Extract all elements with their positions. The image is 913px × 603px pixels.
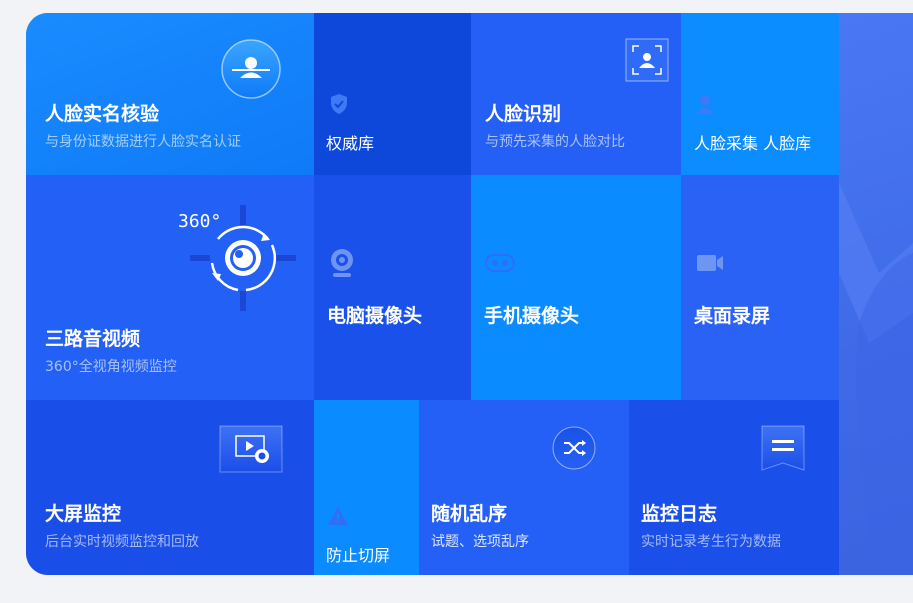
tile-anti-switch[interactable]: 防止切屏 <box>314 400 419 575</box>
tile-title: 监控日志 <box>641 503 718 525</box>
tile-subtitle: 后台实时视频监控和回放 <box>45 534 199 550</box>
face-scan-icon <box>625 38 669 82</box>
tile-subtitle: 与预先采集的人脸对比 <box>485 134 625 150</box>
tile-subtitle: 试题、选项乱序 <box>431 534 529 550</box>
tile-screen-record[interactable]: 桌面录屏 <box>681 175 839 400</box>
video-camera-icon <box>697 255 723 271</box>
camera-360-icon <box>190 205 296 311</box>
shield-check-icon <box>331 94 347 114</box>
tile-title: 手机摄像头 <box>484 305 580 327</box>
tile-title: 权威库 <box>326 134 375 153</box>
face-verify-icon <box>221 39 281 99</box>
tile-big-screen[interactable]: 大屏监控 后台实时视频监控和回放 <box>26 400 314 575</box>
tile-title: 防止切屏 <box>326 546 391 565</box>
tile-title: 桌面录屏 <box>694 305 771 327</box>
webcam-icon <box>331 249 353 277</box>
tile-random-order[interactable]: 随机乱序 试题、选项乱序 <box>419 400 629 575</box>
tile-title: 三路音视频 <box>45 328 141 350</box>
tile-face-realname[interactable]: 人脸实名核验 与身份证数据进行人脸实名认证 <box>26 13 314 175</box>
log-document-icon <box>761 425 805 471</box>
hand-phone-illustration <box>839 183 913 573</box>
tile-pc-camera[interactable]: 电脑摄像头 <box>314 175 471 400</box>
warning-icon <box>328 507 348 525</box>
tile-subtitle: 实时记录考生行为数据 <box>641 534 781 550</box>
tile-title: 随机乱序 <box>431 503 508 525</box>
person-icon <box>696 95 714 114</box>
shuffle-icon <box>552 426 596 470</box>
tile-title: 电脑摄像头 <box>327 305 423 327</box>
monitor-play-icon <box>219 425 283 473</box>
phone-camera-icon <box>485 254 515 272</box>
tile-face-collect[interactable]: 人脸采集 人脸库 <box>681 13 839 175</box>
tile-subtitle: 与身份证数据进行人脸实名认证 <box>45 134 241 150</box>
tile-phone-camera[interactable]: 手机摄像头 <box>471 175 681 400</box>
side-image-panel <box>839 13 913 575</box>
tile-subtitle: 360°全视角视频监控 <box>45 359 177 375</box>
tile-monitor-log[interactable]: 监控日志 实时记录考生行为数据 <box>629 400 839 575</box>
tile-face-recognition[interactable]: 人脸识别 与预先采集的人脸对比 <box>471 13 681 175</box>
tile-title: 人脸实名核验 <box>45 103 160 125</box>
tile-title: 人脸采集 人脸库 <box>694 134 812 153</box>
feature-grid: 人脸实名核验 与身份证数据进行人脸实名认证 权威库 人脸识别 与预先采集的人脸对… <box>26 13 913 575</box>
tile-title: 人脸识别 <box>485 103 562 125</box>
tile-three-way-av[interactable]: 360° 三路音视频 360°全视角视频监控 <box>26 175 314 400</box>
tile-title: 大屏监控 <box>45 503 122 525</box>
tile-authority-db[interactable]: 权威库 <box>314 13 471 175</box>
